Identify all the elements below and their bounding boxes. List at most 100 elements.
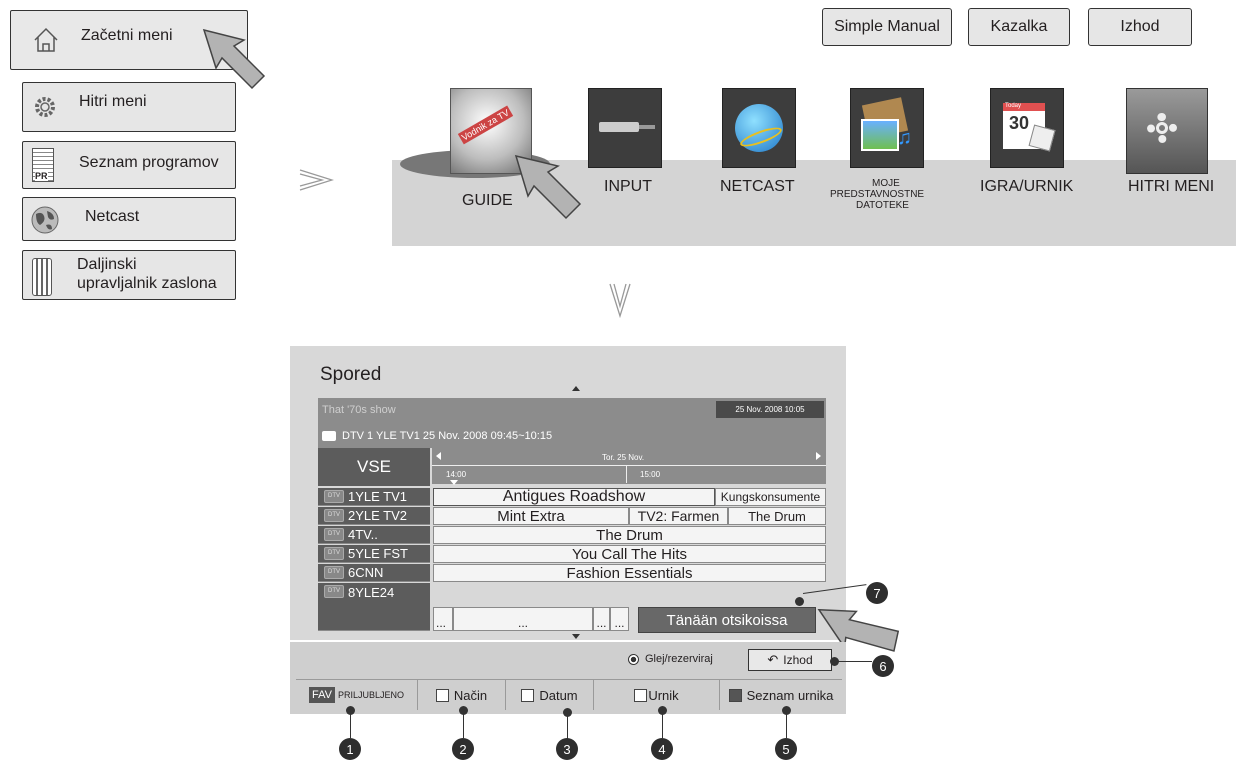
program-title: That '70s show <box>322 404 396 416</box>
callout-badge: 1 <box>339 738 361 760</box>
tab-schedule-list[interactable]: Seznam urnika <box>720 680 842 710</box>
callout-badge: 4 <box>651 738 673 760</box>
remote-icon <box>32 258 52 296</box>
dtv-icon: DTV <box>324 528 344 541</box>
dtv-icon: DTV <box>324 585 344 598</box>
pointer-arrow-icon <box>202 28 266 90</box>
time-label: 15:00 <box>640 470 661 479</box>
guide-title: Spored <box>320 364 382 385</box>
callout-badge: 6 <box>872 655 894 677</box>
dtv-icon: DTV <box>324 490 344 503</box>
prev-day-icon[interactable] <box>436 452 441 460</box>
program-cell[interactable]: Antigues Roadshow <box>433 488 715 506</box>
menu-item-netcast[interactable]: Netcast <box>22 197 236 241</box>
pointer-arrow-icon <box>514 154 582 220</box>
netcast-globe-icon <box>722 88 796 168</box>
tab-favorites[interactable]: FAV PRILJUBLJENO <box>296 680 418 710</box>
program-cell[interactable]: You Call The Hits <box>433 545 826 563</box>
gear-icon <box>35 97 55 117</box>
input-icon <box>588 88 662 168</box>
arrow-right-icon <box>299 169 334 191</box>
channel-row[interactable]: DTV 5YLE FST <box>318 545 430 563</box>
home-item-label: HITRI MENI <box>1128 178 1215 195</box>
home-icon <box>34 27 58 52</box>
callout-line <box>786 714 787 738</box>
callout-badge: 2 <box>452 738 474 760</box>
home-item-game-schedule[interactable]: Today 30 <box>990 88 1070 176</box>
timeline-date: Tor. 25 Nov. <box>602 453 645 462</box>
time-label: 14:00 <box>446 470 467 479</box>
tab-date[interactable]: Datum <box>506 680 594 710</box>
program-cell-selected[interactable]: Tänään otsikoissa <box>638 607 816 633</box>
media-icon: ♫ <box>850 88 924 168</box>
home-item-netcast[interactable] <box>722 88 802 176</box>
home-item-label-line3: DATOTEKE <box>856 200 909 211</box>
checkbox-icon <box>728 688 742 702</box>
channel-info: DTV 1 YLE TV1 25 Nov. 2008 09:45~10:15 <box>342 430 553 442</box>
calendar-icon: Today 30 <box>990 88 1064 168</box>
program-cell[interactable]: Kungskonsumente <box>715 488 826 506</box>
channel-row[interactable]: DTV 6CNN <box>318 564 430 582</box>
timeline-line <box>432 465 826 466</box>
home-item-label: INPUT <box>604 178 652 195</box>
channel-row[interactable]: DTV 2YLE TV2 <box>318 507 430 525</box>
tab-schedule[interactable]: Urnik <box>594 680 720 710</box>
callout-line <box>567 716 568 740</box>
callout-badge: 3 <box>556 738 578 760</box>
menu-item-remote[interactable]: Daljinski upravljalnik zaslona <box>22 250 236 300</box>
remote-pointer-button[interactable]: Kazalka <box>968 8 1070 46</box>
menu-item-label: Hitri meni <box>79 93 147 110</box>
next-day-icon[interactable] <box>816 452 821 460</box>
checkbox-icon <box>521 688 535 702</box>
program-cell[interactable]: Mint Extra <box>433 507 629 525</box>
home-item-input[interactable] <box>588 88 668 176</box>
callout-line <box>838 661 872 662</box>
program-cell[interactable]: Fashion Essentials <box>433 564 826 582</box>
channel-row[interactable]: DTV 8YLE24 <box>318 583 430 631</box>
timeline-tick <box>626 466 627 483</box>
exit-button[interactable]: Izhod <box>1088 8 1192 46</box>
back-icon: ↶ <box>767 652 779 667</box>
dtv-icon: DTV <box>324 547 344 560</box>
home-item-label: NETCAST <box>720 178 795 195</box>
home-item-label: GUIDE <box>462 192 513 209</box>
program-cell[interactable]: ... <box>610 607 629 631</box>
scroll-up-icon[interactable] <box>572 386 580 391</box>
guide-exit-button[interactable]: ↶ Izhod <box>748 649 832 671</box>
program-cell[interactable]: The Drum <box>728 507 826 525</box>
ok-button-icon <box>628 653 639 665</box>
globe-icon <box>31 206 59 234</box>
callout-line <box>463 714 464 738</box>
home-item-label: IGRA/URNIK <box>980 178 1074 195</box>
checkbox-icon <box>435 688 449 702</box>
callout-badge: 7 <box>866 582 888 604</box>
callout-line <box>350 714 351 738</box>
program-list-icon: PR <box>32 148 54 182</box>
home-item-my-media[interactable]: ♫ <box>850 88 930 176</box>
program-cell[interactable]: The Drum <box>433 526 826 544</box>
menu-item-label: Začetni meni <box>81 27 173 44</box>
tv-icon <box>322 431 336 441</box>
arrow-down-icon <box>609 283 631 318</box>
callout-line <box>662 714 663 738</box>
fav-badge: FAV <box>308 687 335 703</box>
all-channels-button[interactable]: VSE <box>318 448 430 486</box>
watch-reserve-hint[interactable]: Glej/rezerviraj <box>628 653 713 665</box>
simple-manual-button[interactable]: Simple Manual <box>822 8 952 46</box>
menu-item-label: Seznam programov <box>79 154 219 171</box>
dtv-icon: DTV <box>324 509 344 522</box>
home-item-label-line2: PREDSTAVNOSTNE <box>830 189 925 200</box>
scroll-down-icon[interactable] <box>572 634 580 639</box>
checkbox-icon <box>634 688 648 702</box>
program-cell[interactable]: ... <box>593 607 610 631</box>
dtv-icon: DTV <box>324 566 344 579</box>
program-cell[interactable]: ... <box>453 607 593 631</box>
menu-item-program-list[interactable]: PR Seznam programov <box>22 141 236 189</box>
program-cell[interactable]: TV2: Farmen <box>629 507 728 525</box>
menu-item-label: Netcast <box>85 208 140 225</box>
program-cell[interactable]: ... <box>433 607 453 631</box>
channel-row[interactable]: DTV 4TV.. <box>318 526 430 544</box>
channel-row[interactable]: DTV 1YLE TV1 <box>318 488 430 506</box>
home-item-quick-menu[interactable] <box>1126 88 1208 176</box>
menu-item-label-line1: Daljinski <box>77 256 137 273</box>
